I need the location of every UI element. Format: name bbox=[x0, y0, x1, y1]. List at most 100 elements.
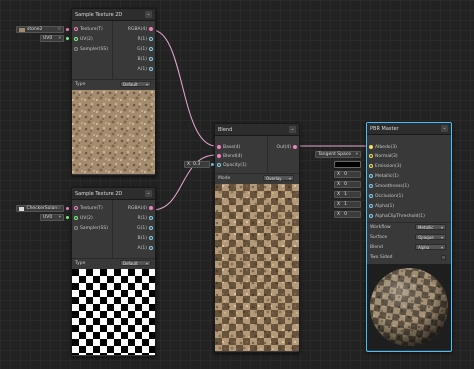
port-icon[interactable] bbox=[149, 57, 153, 61]
output-a[interactable]: A(1) bbox=[138, 65, 153, 73]
output-b[interactable]: B(1) bbox=[138, 55, 153, 63]
output-r[interactable]: R(1) bbox=[137, 35, 153, 43]
port-icon[interactable] bbox=[369, 184, 373, 188]
input-sampler[interactable]: Sampler(SS) bbox=[74, 224, 108, 232]
uv-field-2[interactable]: UV0 ▾ bbox=[40, 214, 64, 221]
normal-space-field[interactable]: Tangent Space ▾ bbox=[315, 151, 361, 158]
port-icon[interactable] bbox=[149, 47, 153, 51]
output-g[interactable]: G(1) bbox=[137, 45, 153, 53]
port-icon[interactable] bbox=[293, 145, 297, 149]
port-icon[interactable] bbox=[217, 145, 221, 149]
output-b[interactable]: B(1) bbox=[138, 234, 153, 242]
surface-label: Surface bbox=[370, 235, 388, 240]
input-metallic[interactable]: Metallic(1) bbox=[369, 172, 399, 180]
two-sided-label: Two Sided bbox=[370, 255, 393, 260]
workflow-dropdown[interactable]: Metallic ▾ bbox=[415, 224, 446, 230]
input-uv[interactable]: UV(2) bbox=[74, 35, 93, 43]
occlusion-field[interactable]: X1 bbox=[334, 191, 361, 198]
output-rgba[interactable]: RGBA(4) bbox=[128, 25, 153, 33]
chevron-down-icon[interactable]: ⌄ bbox=[289, 126, 296, 133]
port-icon[interactable] bbox=[149, 246, 153, 250]
port-icon[interactable] bbox=[74, 37, 78, 41]
opacity-field[interactable]: X 0.3 bbox=[184, 161, 210, 168]
input-opacity[interactable]: Opacity(1) bbox=[217, 161, 247, 169]
chevron-down-icon[interactable]: ⌄ bbox=[145, 11, 152, 18]
node-title: PBR Master bbox=[370, 125, 399, 132]
node-title: Sample Texture 2D bbox=[75, 11, 123, 18]
input-sampler[interactable]: Sampler(SS) bbox=[74, 45, 108, 53]
port-icon[interactable] bbox=[74, 206, 78, 210]
alpha-field[interactable]: X1 bbox=[334, 201, 361, 208]
sample-texture-node-2[interactable]: Sample Texture 2D ⌄ Texture(T) UV(2) Sam… bbox=[71, 187, 156, 357]
port-icon[interactable] bbox=[74, 27, 78, 31]
smoothness-field[interactable]: X0 bbox=[334, 181, 361, 188]
input-alpha[interactable]: Alpha(1) bbox=[369, 202, 394, 210]
output-rgba[interactable]: RGBA(4) bbox=[128, 204, 153, 212]
input-albedo[interactable]: Albedo(3) bbox=[369, 143, 397, 151]
type-label: Type bbox=[75, 261, 86, 266]
port-icon[interactable] bbox=[369, 164, 373, 168]
output-g[interactable]: G(1) bbox=[137, 224, 153, 232]
port-icon[interactable] bbox=[74, 226, 78, 230]
output-r[interactable]: R(1) bbox=[137, 214, 153, 222]
port-icon[interactable] bbox=[369, 154, 373, 158]
input-occlusion[interactable]: Occlusion(1) bbox=[369, 192, 403, 200]
port-icon[interactable] bbox=[369, 194, 373, 198]
type-label: Type bbox=[75, 82, 86, 87]
emission-color-field[interactable] bbox=[334, 161, 361, 168]
port-icon[interactable] bbox=[74, 216, 78, 220]
node-header[interactable]: Blend ⌄ bbox=[215, 124, 299, 136]
sample-texture-node-1[interactable]: Sample Texture 2D ⌄ Texture(T) UV(2) Sam… bbox=[71, 8, 156, 176]
type-dropdown[interactable]: Default ▾ bbox=[120, 260, 151, 266]
port-icon[interactable] bbox=[149, 67, 153, 71]
node-header[interactable]: Sample Texture 2D ⌄ bbox=[72, 9, 155, 21]
port-icon[interactable] bbox=[149, 37, 153, 41]
mode-dropdown[interactable]: Overlay ▾ bbox=[263, 175, 294, 181]
port-icon[interactable] bbox=[369, 145, 373, 149]
port-icon[interactable] bbox=[217, 163, 221, 167]
port-icon[interactable] bbox=[369, 174, 373, 178]
texture-preview bbox=[72, 90, 155, 174]
pbr-master-node[interactable]: PBR Master ⌄ Albedo(3) Normal(3) Emissio… bbox=[366, 122, 452, 352]
input-texture[interactable]: Texture(T) bbox=[74, 204, 103, 212]
alpha-clip-field[interactable]: X0 bbox=[334, 211, 361, 218]
checkbox-icon[interactable] bbox=[441, 255, 446, 260]
input-blend[interactable]: Blend(4) bbox=[217, 152, 242, 160]
chevron-down-icon[interactable]: ⌄ bbox=[145, 190, 152, 197]
port-icon[interactable] bbox=[217, 154, 221, 158]
texture-preview bbox=[72, 269, 155, 355]
uv-field-1[interactable]: UV0 ▾ bbox=[40, 35, 64, 42]
input-smoothness[interactable]: Smoothness(1) bbox=[369, 182, 409, 190]
port-icon[interactable] bbox=[74, 47, 78, 51]
port-icon[interactable] bbox=[369, 204, 373, 208]
input-uv[interactable]: UV(2) bbox=[74, 214, 93, 222]
input-normal[interactable]: Normal(3) bbox=[369, 152, 398, 160]
output-a[interactable]: A(1) bbox=[138, 244, 153, 252]
blend-node[interactable]: Blend ⌄ Base(4) Blend(4) Opacity(1) Out(… bbox=[214, 123, 300, 353]
input-emission[interactable]: Emission(3) bbox=[369, 162, 401, 170]
surface-dropdown[interactable]: Opaque ▾ bbox=[415, 234, 446, 240]
node-title: Sample Texture 2D bbox=[75, 190, 123, 197]
node-header[interactable]: Sample Texture 2D ⌄ bbox=[72, 188, 155, 200]
texture-field-2[interactable]: CheckerSolan ⊙ bbox=[16, 205, 64, 212]
output-out[interactable]: Out(4) bbox=[276, 143, 297, 151]
port-icon[interactable] bbox=[149, 226, 153, 230]
port-icon[interactable] bbox=[369, 214, 373, 218]
port-icon[interactable] bbox=[149, 206, 153, 210]
blend-label: Blend bbox=[370, 245, 383, 250]
chevron-down-icon[interactable]: ⌄ bbox=[441, 125, 448, 132]
blend-dropdown[interactable]: Alpha ▾ bbox=[415, 244, 446, 250]
input-base[interactable]: Base(4) bbox=[217, 143, 240, 151]
metallic-field[interactable]: X0 bbox=[334, 171, 361, 178]
node-header[interactable]: PBR Master ⌄ bbox=[367, 123, 451, 135]
port-icon[interactable] bbox=[149, 216, 153, 220]
input-alpha-clip[interactable]: AlphaClipThreshold(1) bbox=[369, 212, 425, 220]
type-dropdown[interactable]: Default ▾ bbox=[120, 81, 151, 87]
mode-label: Mode bbox=[218, 176, 231, 181]
material-preview-sphere bbox=[367, 264, 451, 350]
workflow-label: Workflow bbox=[370, 225, 391, 230]
port-icon[interactable] bbox=[149, 27, 153, 31]
port-icon[interactable] bbox=[149, 236, 153, 240]
input-texture[interactable]: Texture(T) bbox=[74, 25, 103, 33]
texture-field-1[interactable]: stone2 ⊙ bbox=[16, 26, 64, 33]
